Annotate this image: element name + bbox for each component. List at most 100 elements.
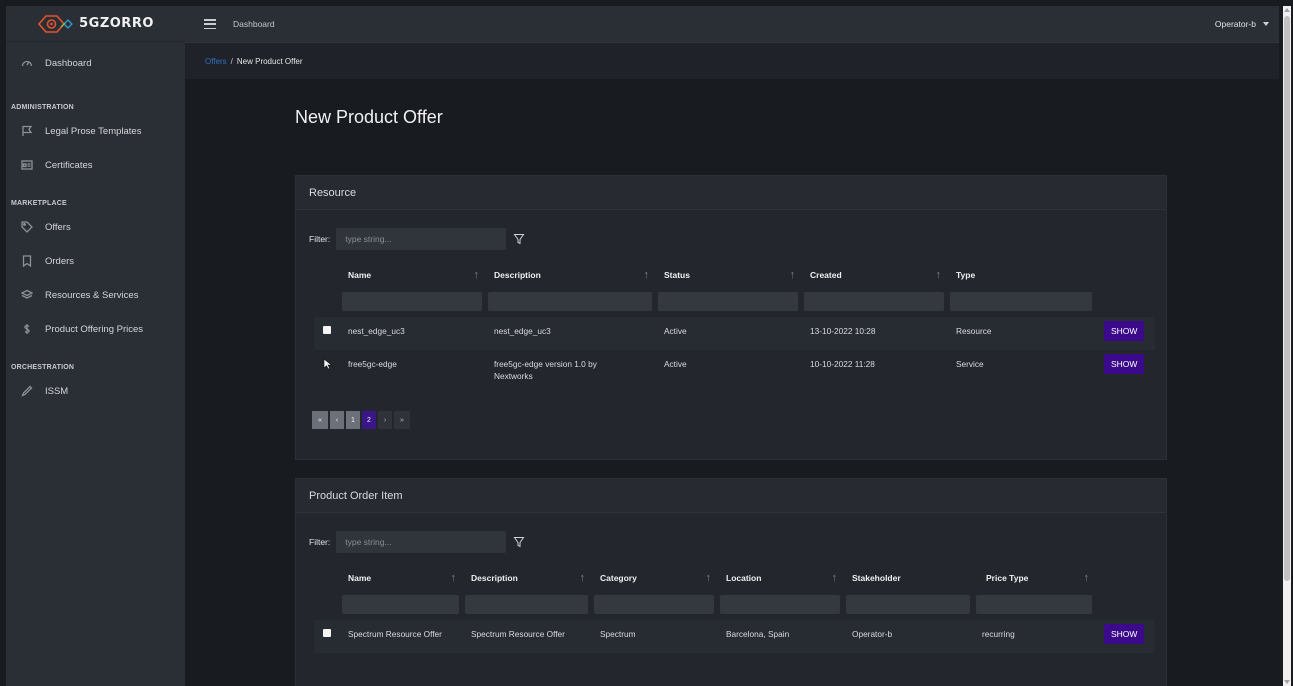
caret-down-icon (1263, 22, 1269, 26)
pen-icon (21, 385, 33, 397)
order-item-filter-input[interactable] (336, 531, 507, 553)
sidebar-item-orders[interactable]: Orders (6, 244, 185, 278)
sort-arrow-icon[interactable]: ↑ (644, 269, 650, 281)
resource-filter: Filter: (309, 228, 525, 250)
header-dashboard-link[interactable]: Dashboard (233, 19, 275, 29)
product-order-item-card: Product Order Item Filter: Name ↑ Descrip… (295, 478, 1167, 686)
cell-type: Resource (947, 317, 1095, 350)
page-2-button[interactable]: 2 (362, 411, 376, 429)
sidebar-item-label: Resources & Services (45, 289, 139, 301)
next-page-button[interactable]: › (378, 411, 392, 429)
scrollbar-thumb[interactable] (1284, 16, 1290, 581)
menu-toggle-icon[interactable] (204, 19, 216, 29)
sidebar-item-issm[interactable]: ISSM (6, 374, 185, 408)
column-filter-created[interactable] (804, 292, 944, 311)
sort-arrow-icon[interactable]: ↑ (790, 269, 796, 281)
column-header-price-type[interactable]: Price Type ↑ (973, 563, 1095, 593)
brand[interactable]: 5GZORRO (6, 6, 185, 42)
table-row[interactable]: nest_edge_uc3 nest_edge_uc3 Active 13-10… (314, 317, 1155, 350)
sidebar-item-resources-services[interactable]: Resources & Services (6, 278, 185, 312)
certificate-icon (21, 159, 33, 171)
first-page-button[interactable]: « (312, 411, 328, 429)
user-menu[interactable]: Operator-b (1215, 6, 1269, 42)
column-header-stakeholder[interactable]: Stakeholder (843, 563, 973, 593)
column-filter-status[interactable] (658, 292, 798, 311)
column-header-category[interactable]: Category ↑ (591, 563, 717, 593)
previous-page-button[interactable]: ‹ (330, 411, 344, 429)
row-checkbox[interactable] (323, 629, 331, 637)
column-header-type[interactable]: Type (947, 260, 1095, 290)
layers-icon (21, 289, 33, 301)
sort-arrow-icon[interactable]: ↑ (832, 572, 838, 584)
table-row[interactable]: Spectrum Resource Offer Spectrum Resourc… (314, 620, 1155, 653)
column-filter-price-type[interactable] (976, 595, 1092, 614)
sidebar-item-certificates[interactable]: Certificates (6, 148, 185, 182)
column-label: Stakeholder (852, 573, 901, 583)
sort-arrow-icon[interactable]: ↑ (936, 269, 942, 281)
resource-filter-input[interactable] (336, 228, 507, 250)
column-label: Created (810, 270, 842, 280)
column-header-location[interactable]: Location ↑ (717, 563, 843, 593)
column-filter-name[interactable] (342, 595, 459, 614)
section-title-marketplace: MARKETPLACE (11, 200, 67, 207)
page-scrollbar[interactable] (1283, 6, 1291, 686)
column-filter-spacer (314, 290, 339, 317)
column-header-description[interactable]: Description ↑ (485, 260, 655, 290)
column-filter-spacer (1095, 593, 1155, 620)
column-filter-description[interactable] (488, 292, 652, 311)
sort-arrow-icon[interactable]: ↑ (580, 572, 586, 584)
tag-icon (21, 221, 33, 233)
column-header-created[interactable]: Created ↑ (801, 260, 947, 290)
sidebar-item-label: ISSM (45, 385, 69, 397)
scroll-down-arrow-icon[interactable] (1284, 680, 1290, 684)
column-label: Name (348, 270, 372, 280)
filter-icon[interactable] (513, 536, 525, 548)
show-button[interactable]: SHOW (1104, 321, 1145, 341)
column-filter-category[interactable] (594, 595, 714, 614)
column-header-status[interactable]: Status ↑ (655, 260, 801, 290)
column-filter-location[interactable] (720, 595, 840, 614)
row-checkbox[interactable] (323, 326, 331, 334)
bookmark-icon (21, 255, 33, 267)
column-filter-spacer (1095, 290, 1155, 317)
show-button[interactable]: SHOW (1104, 624, 1145, 644)
sidebar-item-label: Product Offering Prices (45, 323, 144, 335)
column-header-description[interactable]: Description ↑ (462, 563, 591, 593)
column-label: Type (956, 270, 976, 280)
column-filter-description[interactable] (465, 595, 588, 614)
cell-category: Spectrum (591, 620, 717, 653)
column-header-name[interactable]: Name ↑ (339, 260, 485, 290)
column-label: Category (600, 573, 637, 583)
column-filter-spacer (314, 593, 339, 620)
sort-arrow-icon[interactable]: ↑ (451, 572, 457, 584)
sidebar-item-label: Certificates (45, 159, 93, 171)
show-button[interactable]: SHOW (1104, 354, 1145, 374)
column-filter-stakeholder[interactable] (846, 595, 970, 614)
sidebar-item-offers[interactable]: Offers (6, 210, 185, 244)
column-header-name[interactable]: Name ↑ (339, 563, 462, 593)
cell-price-type: recurring (973, 620, 1095, 653)
sidebar-nav: Dashboard ADMINISTRATION Legal Prose Tem… (6, 42, 185, 408)
cell-created: 10-10-2022 11:28 (801, 350, 947, 392)
section-title-administration: ADMINISTRATION (11, 104, 74, 111)
logo: 5GZORRO (37, 14, 154, 34)
sidebar-item-dashboard[interactable]: Dashboard (6, 46, 185, 80)
flag-icon (21, 125, 33, 137)
page-1-button[interactable]: 1 (346, 411, 360, 429)
breadcrumb-offers-link[interactable]: Offers (205, 57, 227, 66)
sidebar-item-legal-prose-templates[interactable]: Legal Prose Templates (6, 114, 185, 148)
filter-icon[interactable] (513, 233, 525, 245)
sidebar-item-product-offering-prices[interactable]: Product Offering Prices (6, 312, 185, 346)
sort-arrow-icon[interactable]: ↑ (706, 572, 712, 584)
actions-column (1095, 260, 1155, 290)
sort-arrow-icon[interactable]: ↑ (1084, 572, 1090, 584)
column-label: Name (348, 573, 372, 583)
scroll-up-arrow-icon[interactable] (1284, 8, 1290, 12)
column-filter-name[interactable] (342, 292, 482, 311)
table-row[interactable]: free5gc-edge free5gc-edge version 1.0 by… (314, 350, 1155, 392)
app-window: 5GZORRO Dashboard ADMINISTRATION Legal P… (6, 6, 1279, 686)
sort-arrow-icon[interactable]: ↑ (474, 269, 480, 281)
brand-name: 5GZORRO (79, 16, 154, 31)
column-filter-type[interactable] (950, 292, 1092, 311)
last-page-button[interactable]: » (394, 411, 410, 429)
